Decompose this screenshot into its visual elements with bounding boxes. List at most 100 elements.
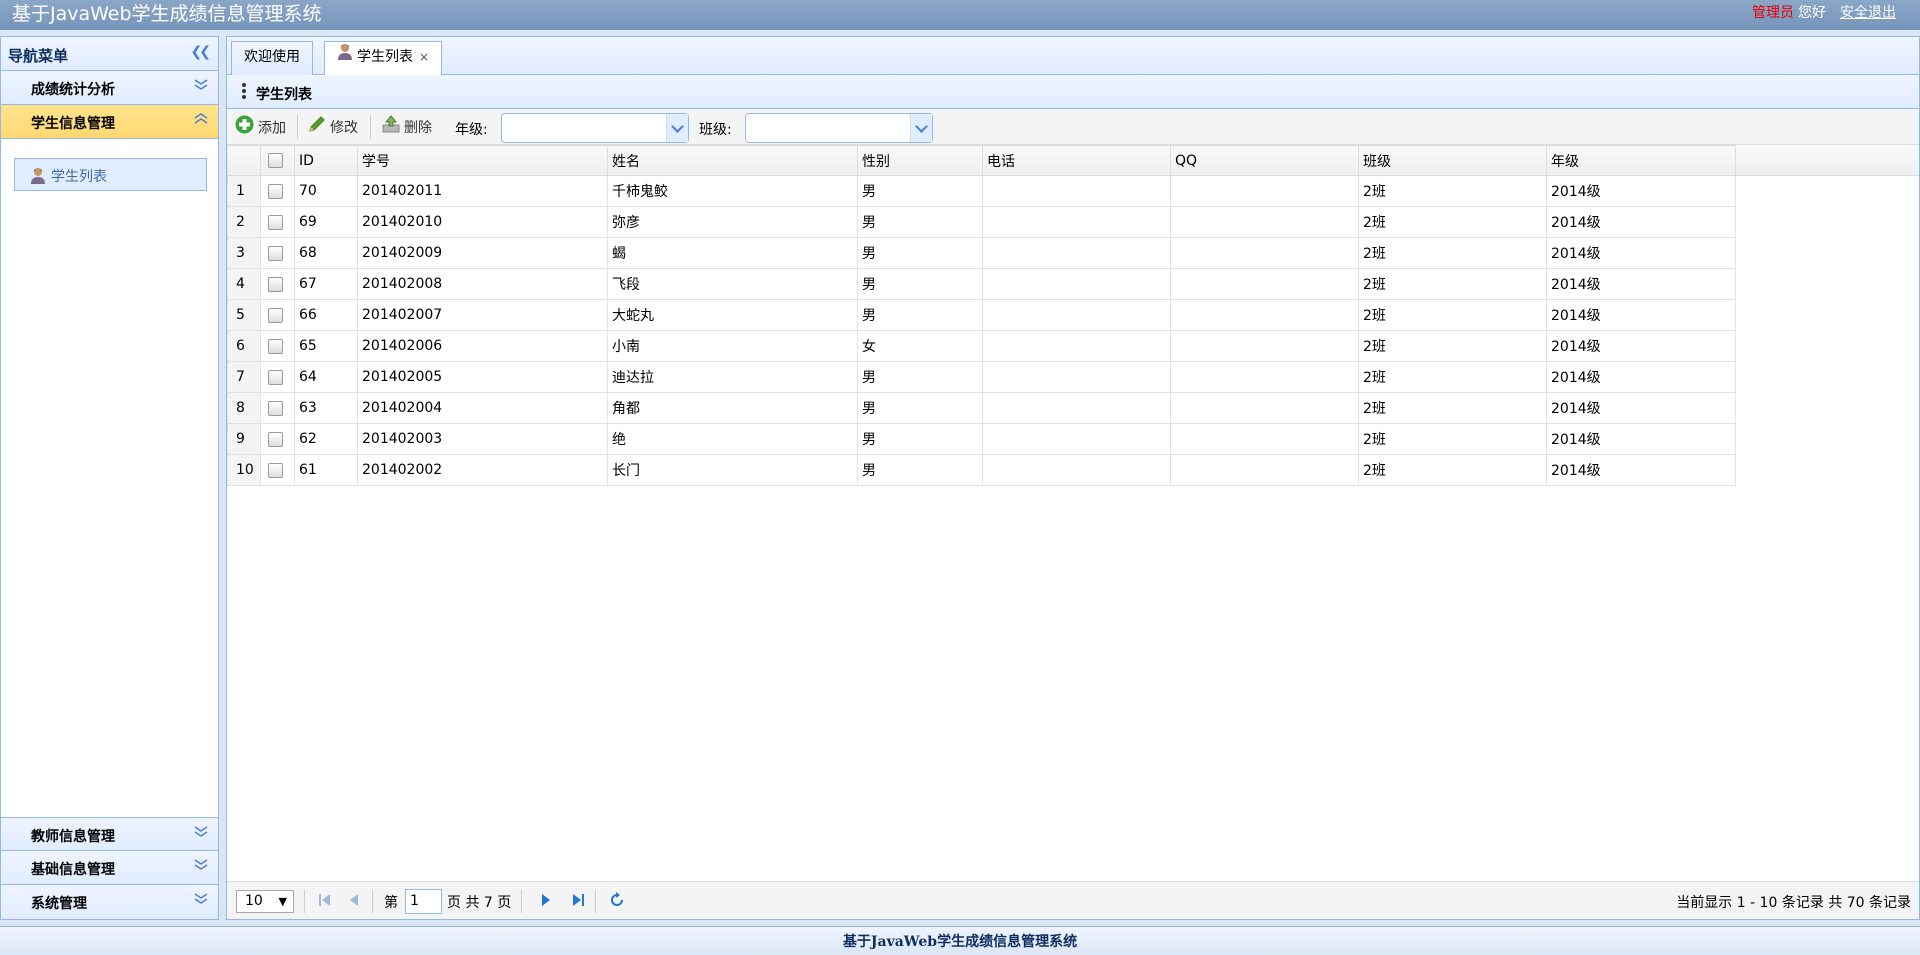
table-row[interactable]: 6 65 201402006 小南女 2班 2014级 xyxy=(227,330,1736,362)
nav-section-label: 系统管理 xyxy=(31,896,87,912)
double-chevron-down-icon xyxy=(194,79,208,95)
nav-section-teacher-management[interactable]: 教师信息管理 xyxy=(1,817,218,851)
row-checkbox[interactable] xyxy=(268,276,283,292)
table-cell: 2班 xyxy=(1358,206,1547,238)
menu-item-student-list[interactable]: 学生列表 xyxy=(14,158,207,191)
user-area: 管理员 您好 安全退出 xyxy=(1752,3,1896,23)
row-checkbox[interactable] xyxy=(268,462,283,478)
page-number-input[interactable]: 1 xyxy=(405,889,442,914)
nav-section-basic-info[interactable]: 基础信息管理 xyxy=(1,851,218,885)
nav-section-score-analysis[interactable]: 成绩统计分析 xyxy=(1,71,218,105)
add-button[interactable]: 添加 xyxy=(235,115,286,139)
page-size-select[interactable]: 10 ▼ xyxy=(236,890,294,913)
table-row[interactable]: 4 67 201402008 飞段男 2班 2014级 xyxy=(227,268,1736,300)
row-checkbox[interactable] xyxy=(268,400,283,416)
row-checkbox[interactable] xyxy=(268,369,283,385)
page-size-value: 10 xyxy=(245,893,263,909)
table-row[interactable]: 1 70 201402011 千柿鬼鲛男 2班 2014级 xyxy=(227,175,1736,207)
row-checkbox-cell[interactable] xyxy=(260,423,295,455)
column-header[interactable]: 年级 xyxy=(1546,145,1736,176)
table-cell: 小南 xyxy=(607,330,858,362)
prev-page-icon[interactable] xyxy=(349,893,359,911)
row-checkbox[interactable] xyxy=(268,338,283,354)
delete-button[interactable]: 删除 xyxy=(382,115,432,139)
class-select[interactable] xyxy=(745,113,933,143)
tab-welcome[interactable]: 欢迎使用 xyxy=(231,41,313,75)
refresh-icon[interactable] xyxy=(609,892,625,912)
page-total-text: 页 共 7 页 xyxy=(447,895,512,911)
double-chevron-down-icon xyxy=(194,893,208,909)
row-checkbox[interactable] xyxy=(268,183,283,199)
table-cell: 201402010 xyxy=(357,206,608,238)
row-checkbox-cell[interactable] xyxy=(260,299,295,331)
table-cell xyxy=(1170,299,1359,331)
row-checkbox-cell[interactable] xyxy=(260,454,295,486)
logout-link[interactable]: 安全退出 xyxy=(1840,5,1896,21)
table-row[interactable]: 8 63 201402004 角都男 2班 2014级 xyxy=(227,392,1736,424)
column-header[interactable]: 学号 xyxy=(357,145,608,176)
table-cell: 201402003 xyxy=(357,423,608,455)
table-row[interactable]: 7 64 201402005 迪达拉男 2班 2014级 xyxy=(227,361,1736,393)
row-checkbox[interactable] xyxy=(268,431,283,447)
table-row[interactable]: 10 61 201402002 长门男 2班 2014级 xyxy=(227,454,1736,486)
toolbar: 添加 修改 删除 年级: 班级: xyxy=(227,109,1919,145)
edit-icon xyxy=(308,115,326,141)
table-cell: 蝎 xyxy=(607,237,858,269)
next-page-icon[interactable] xyxy=(541,893,551,911)
column-header[interactable]: 班级 xyxy=(1358,145,1547,176)
tab-student-list[interactable]: 学生列表 × xyxy=(324,41,443,76)
table-cell: 男 xyxy=(857,299,983,331)
row-checkbox-cell[interactable] xyxy=(260,237,295,269)
column-header[interactable]: 电话 xyxy=(982,145,1171,176)
table-cell: 2014级 xyxy=(1546,330,1736,362)
last-page-icon[interactable] xyxy=(572,893,584,911)
row-checkbox[interactable] xyxy=(268,245,283,261)
table-cell xyxy=(1170,423,1359,455)
nav-section-system[interactable]: 系统管理 xyxy=(1,885,218,919)
row-checkbox-cell[interactable] xyxy=(260,361,295,393)
table-cell: 千柿鬼鲛 xyxy=(607,175,858,207)
table-cell xyxy=(982,454,1171,486)
user-icon xyxy=(337,42,353,72)
footer: 基于JavaWeb学生成绩信息管理系统 xyxy=(0,926,1920,955)
double-chevron-left-icon[interactable]: ❮❮ xyxy=(191,44,212,60)
column-header[interactable]: ID xyxy=(294,145,358,176)
row-checkbox-cell[interactable] xyxy=(260,330,295,362)
grade-select[interactable] xyxy=(501,113,689,143)
row-checkbox[interactable] xyxy=(268,307,283,323)
chevron-down-icon[interactable] xyxy=(666,114,688,142)
table-cell: 2014级 xyxy=(1546,361,1736,393)
select-all-checkbox[interactable] xyxy=(268,153,283,168)
table-row[interactable]: 2 69 201402010 弥彦男 2班 2014级 xyxy=(227,206,1736,238)
add-icon xyxy=(235,115,254,142)
delete-icon xyxy=(382,115,400,141)
greeting: 您好 xyxy=(1798,5,1826,21)
table-row[interactable]: 9 62 201402003 绝男 2班 2014级 xyxy=(227,423,1736,455)
nav-section-student-management[interactable]: 学生信息管理 xyxy=(1,105,218,139)
toolbar-separator xyxy=(370,115,371,139)
chevron-down-icon[interactable] xyxy=(910,114,932,142)
table-cell: 63 xyxy=(294,392,358,424)
table-cell: 61 xyxy=(294,454,358,486)
select-all-checkbox-cell[interactable] xyxy=(260,145,295,176)
user-role: 管理员 xyxy=(1752,5,1794,21)
row-number: 1 xyxy=(227,175,261,207)
first-page-icon[interactable] xyxy=(319,893,331,911)
column-header[interactable]: 姓名 xyxy=(607,145,858,176)
row-checkbox-cell[interactable] xyxy=(260,268,295,300)
row-checkbox[interactable] xyxy=(268,214,283,230)
table-row[interactable]: 3 68 201402009 蝎男 2班 2014级 xyxy=(227,237,1736,269)
row-checkbox-cell[interactable] xyxy=(260,175,295,207)
column-header[interactable]: 性别 xyxy=(857,145,983,176)
close-icon[interactable]: × xyxy=(419,50,429,64)
table-row[interactable]: 5 66 201402007 大蛇丸男 2班 2014级 xyxy=(227,299,1736,331)
table-cell xyxy=(982,268,1171,300)
pager-separator xyxy=(304,890,305,913)
edit-button[interactable]: 修改 xyxy=(308,115,358,139)
table-cell: 2014级 xyxy=(1546,423,1736,455)
column-header[interactable]: QQ xyxy=(1170,145,1359,176)
row-checkbox-cell[interactable] xyxy=(260,206,295,238)
grade-label: 年级: xyxy=(455,122,488,138)
row-checkbox-cell[interactable] xyxy=(260,392,295,424)
panel-header: 学生列表 xyxy=(227,75,1919,109)
